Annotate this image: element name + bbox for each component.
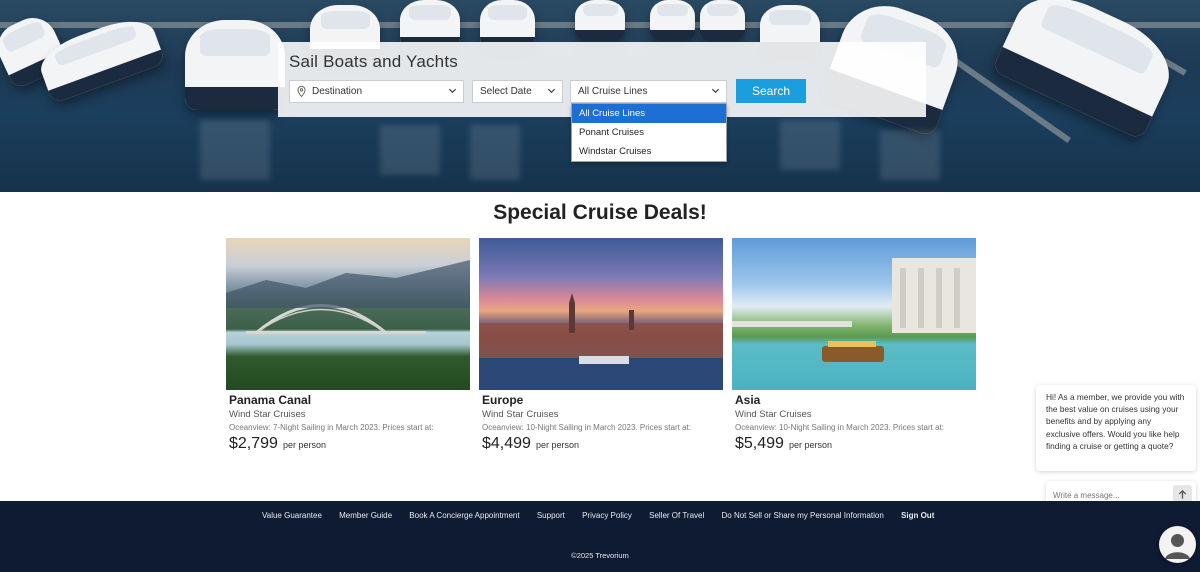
asia-image[interactable] xyxy=(732,238,976,390)
footer: Value Guarantee Member Guide Book A Conc… xyxy=(0,501,1200,572)
copyright-text: ©2025 Trevorium xyxy=(571,551,629,560)
deal-description: Oceanview: 10-Night Sailing in March 202… xyxy=(735,423,944,432)
river-city-illustration xyxy=(732,258,976,362)
footer-link-member-guide[interactable]: Member Guide xyxy=(339,511,392,520)
water-reflection xyxy=(380,125,440,175)
footer-link-concierge[interactable]: Book A Concierge Appointment xyxy=(409,511,519,520)
sign-out-link[interactable]: Sign Out xyxy=(901,511,934,520)
chat-avatar-button[interactable] xyxy=(1159,526,1196,563)
deal-price: $5,499 xyxy=(735,435,784,452)
water-reflection xyxy=(880,130,940,180)
cruise-line-value: All Cruise Lines xyxy=(578,86,648,97)
dropdown-option-ponant-cruises[interactable]: Ponant Cruises xyxy=(572,123,726,142)
chat-message-bubble: Hi! As a member, we provide you with the… xyxy=(1036,385,1196,471)
destination-value: Destination xyxy=(312,86,363,97)
deal-cruise-line: Wind Star Cruises xyxy=(735,409,812,420)
destination-select[interactable]: Destination xyxy=(289,80,464,103)
deal-description: Oceanview: 10-Night Sailing in March 202… xyxy=(482,423,691,432)
water-reflection xyxy=(780,120,840,170)
chat-input-placeholder: Write a message... xyxy=(1053,490,1120,500)
dropdown-option-windstar-cruises[interactable]: Windstar Cruises xyxy=(572,142,726,161)
chevron-down-icon xyxy=(547,88,556,94)
bridge-illustration xyxy=(226,260,470,335)
deal-card-asia[interactable]: Asia Wind Star Cruises Oceanview: 10-Nig… xyxy=(732,238,976,453)
yacht-image xyxy=(575,0,625,40)
deal-description: Oceanview: 7-Night Sailing in March 2023… xyxy=(229,423,434,432)
user-avatar-icon xyxy=(1165,534,1190,559)
arrow-up-icon xyxy=(1178,489,1187,499)
deal-price-unit: per person xyxy=(282,440,326,450)
cruise-line-dropdown: All Cruise Lines Ponant Cruises Windstar… xyxy=(571,103,727,162)
deal-price-row: $4,499 per person xyxy=(479,435,723,453)
deal-name: Asia xyxy=(735,393,761,407)
footer-links: Value Guarantee Member Guide Book A Conc… xyxy=(262,510,962,521)
deal-price-unit: per person xyxy=(788,440,832,450)
chevron-down-icon xyxy=(711,88,720,94)
footer-link-value-guarantee[interactable]: Value Guarantee xyxy=(262,511,322,520)
dropdown-option-all-cruise-lines[interactable]: All Cruise Lines xyxy=(572,104,726,123)
water-reflection xyxy=(200,120,270,180)
yacht-image xyxy=(650,0,695,40)
footer-link-privacy-policy[interactable]: Privacy Policy xyxy=(582,511,632,520)
deals-title: Special Cruise Deals! xyxy=(493,201,707,224)
water-reflection xyxy=(470,125,520,180)
deal-price-unit: per person xyxy=(535,440,579,450)
deal-cruise-line: Wind Star Cruises xyxy=(229,409,306,420)
footer-link-support[interactable]: Support xyxy=(537,511,565,520)
yacht-image xyxy=(185,20,285,110)
chevron-down-icon xyxy=(448,88,457,94)
deal-name: Panama Canal xyxy=(229,393,312,407)
search-title: Sail Boats and Yachts xyxy=(289,52,458,71)
deal-card-europe[interactable]: Europe Wind Star Cruises Oceanview: 10-N… xyxy=(479,238,723,453)
city-skyline-illustration xyxy=(479,293,723,390)
location-pin-icon xyxy=(297,86,306,97)
date-select[interactable]: Select Date xyxy=(472,80,563,103)
footer-link-do-not-sell[interactable]: Do Not Sell or Share my Personal Informa… xyxy=(722,511,884,520)
date-value: Select Date xyxy=(480,86,532,97)
deal-price-row: $5,499 per person xyxy=(732,435,976,453)
search-button[interactable]: Search xyxy=(736,79,806,103)
cruise-line-select[interactable]: All Cruise Lines xyxy=(570,80,727,103)
panama-canal-image[interactable] xyxy=(226,238,470,390)
deal-cruise-line: Wind Star Cruises xyxy=(482,409,559,420)
deal-card-panama-canal[interactable]: Panama Canal Wind Star Cruises Oceanview… xyxy=(226,238,470,453)
deal-name: Europe xyxy=(482,393,524,407)
deal-price: $2,799 xyxy=(229,435,278,452)
yacht-image xyxy=(700,0,745,40)
deal-price: $4,499 xyxy=(482,435,531,452)
europe-image[interactable] xyxy=(479,238,723,390)
deal-price-row: $2,799 per person xyxy=(226,435,470,453)
footer-link-seller-of-travel[interactable]: Seller Of Travel xyxy=(649,511,704,520)
